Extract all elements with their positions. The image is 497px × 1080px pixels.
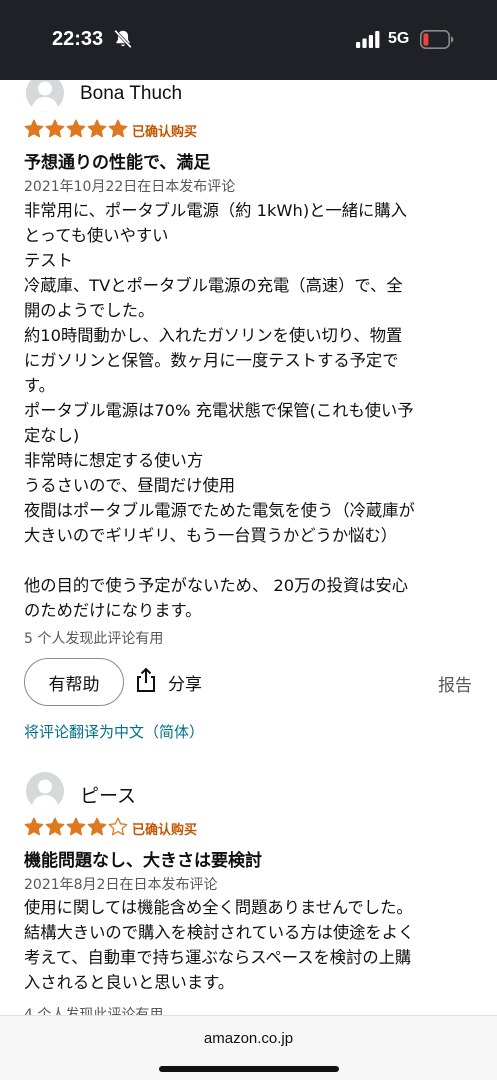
reviews-content[interactable]: Bona Thuch 已确认购买 予想通りの性能で、満足 2021年10月22日… [0, 80, 497, 1015]
review-body-line: 冷蔵庫、TVとポータブル電源の充電（高速）で、全 [24, 276, 403, 295]
reviewer-name[interactable]: Bona Thuch [80, 83, 182, 105]
reviewer-row: ピース [24, 772, 464, 812]
review-title: 予想通りの性能で、満足 [24, 153, 211, 173]
user-silhouette-icon [26, 772, 64, 810]
reviewer-row: Bona Thuch [24, 80, 464, 114]
review-body-line: 入されると良いと思います。 [24, 973, 235, 992]
rating-row: 已确认购买 [24, 817, 464, 839]
review-body-line: のためだけになります。 [24, 601, 202, 620]
report-link[interactable]: 报告 [438, 671, 472, 696]
battery-low-icon [420, 30, 454, 49]
user-silhouette-icon [26, 80, 64, 112]
star-rating[interactable] [24, 119, 128, 139]
review-date: 2021年10月22日在日本发布评论 [24, 179, 236, 195]
translate-review-link[interactable]: 将评论翻译为中文（简体） [24, 721, 204, 742]
review-body-line: 結構大きいので購入を検討されている方は使途をよく [24, 923, 415, 942]
verified-purchase-badge: 已确认购买 [132, 823, 198, 838]
browser-url-bar[interactable]: amazon.co.jp [0, 1015, 497, 1080]
star-filled-icon [45, 119, 65, 138]
network-label: 5G [388, 30, 410, 47]
review-body-line: 他の目的で使う予定がないため、 20万の投資は安心 [24, 576, 409, 595]
review-body-line: 開のようでした。 [24, 301, 155, 320]
review-title: 機能問題なし、大きさは要検討 [24, 851, 262, 871]
review-body-line: とっても使いやすい [24, 226, 169, 245]
url-text[interactable]: amazon.co.jp [0, 1030, 497, 1047]
review-body-line: テスト [24, 251, 73, 270]
star-filled-icon [87, 119, 107, 138]
avatar [26, 80, 64, 112]
review-body: 使用に関しては機能含め全く問題ありませんでした。 結構大きいので購入を検討されてい… [24, 895, 474, 995]
helpful-count: 5 个人发现此评论有用 [24, 631, 164, 647]
review-body-line: ポータブル電源は70% 充電状態で保管(これも使い予 [24, 401, 414, 420]
review-body-line: にガソリンと保管。数ヶ月に一度テストする予定で [24, 351, 399, 370]
star-filled-icon [66, 119, 86, 138]
star-filled-icon [45, 817, 65, 836]
helpful-button[interactable]: 有帮助 [24, 658, 124, 706]
review-body-line: 大きいのでギリギリ、もう一台買うかどうか悩む） [24, 526, 398, 545]
status-bar: 22:33 5G [0, 0, 497, 80]
review-body-line: 使用に関しては機能含め全く問題ありませんでした。 [24, 898, 413, 917]
signal-icon [356, 31, 380, 48]
review-body-line: 約10時間動かし、入れたガソリンを使い切り、物置 [24, 326, 403, 345]
share-icon [134, 667, 158, 698]
status-time: 22:33 [52, 28, 104, 50]
review-body-line: うるさいので、昼間だけ使用 [24, 476, 236, 495]
star-rating[interactable] [24, 817, 128, 837]
review-body-line: 考えて、自動車で持ち運ぶならスペースを検討の上購 [24, 948, 412, 967]
avatar [26, 772, 64, 810]
share-label: 分享 [168, 674, 202, 695]
review-body-line: 非常用に、ポータブル電源（約 1kWh)と一緒に購入 [24, 201, 407, 220]
verified-purchase-badge: 已确认购买 [132, 125, 198, 140]
helpful-count: 4 个人发现此评论有用 [24, 1007, 164, 1015]
star-filled-icon [24, 817, 44, 836]
star-filled-icon [108, 119, 128, 138]
star-filled-icon [87, 817, 107, 836]
review-actions: 有帮助 分享 报告 [24, 658, 474, 706]
star-empty-icon [108, 817, 128, 836]
reviewer-name[interactable]: ピース [80, 781, 136, 808]
rating-row: 已确认购买 [24, 119, 464, 141]
review-body: 非常用に、ポータブル電源（約 1kWh)と一緒に購入 とっても使いやすい テスト冷蔵… [24, 198, 474, 623]
review-body-line: す。 [24, 376, 55, 395]
star-filled-icon [66, 817, 86, 836]
review-body-line: 定なし) [24, 426, 80, 445]
review-date: 2021年8月2日在日本发布评论 [24, 877, 218, 893]
bell-slash-icon [112, 28, 134, 50]
star-filled-icon [24, 119, 44, 138]
review-body-line: 非常時に想定する使い方 [24, 451, 204, 470]
share-button[interactable]: 分享 [134, 667, 202, 697]
review-body-line: 夜間はポータブル電源でためた電気を使う（冷蔵庫が [24, 501, 415, 520]
home-indicator[interactable] [159, 1066, 339, 1072]
